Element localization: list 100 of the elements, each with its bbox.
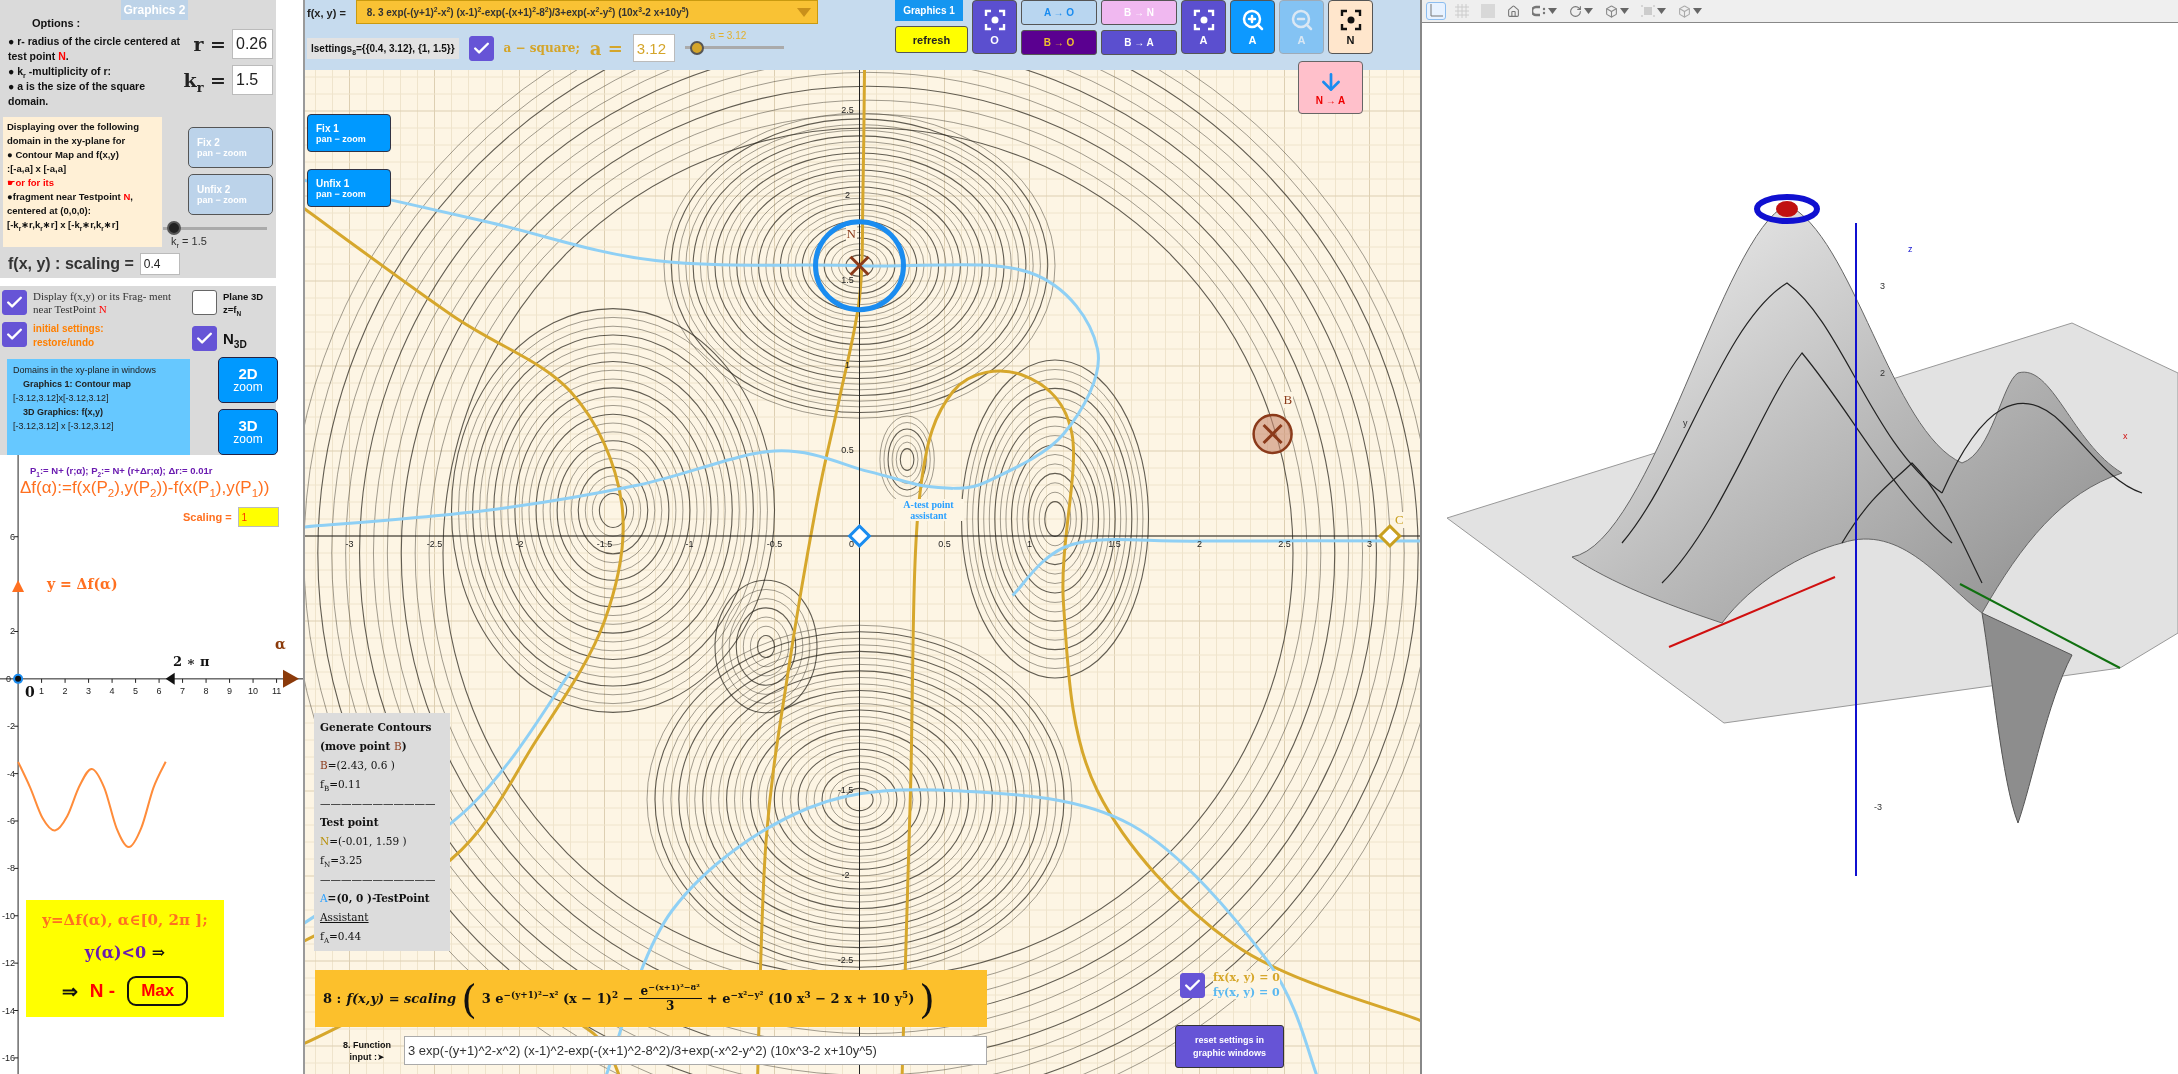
- slider-value: k$_{r}$ = 1.5: [171, 235, 207, 247]
- center-view-button[interactable]: A: [1181, 0, 1226, 54]
- checkbox[interactable]: [192, 290, 217, 315]
- slider-thumb[interactable]: [167, 221, 182, 235]
- note-text: [-k$_{r}$∗r,k$_{r}$∗r] x [-k$_{r}$∗r,k$_{r}$∗r]: [7, 218, 120, 232]
- slider-value: a = 3.12: [709, 29, 747, 41]
- slider-thumb[interactable]: [689, 40, 704, 55]
- settings-text: lsettings$_{8}$={{0.4, 3.12}, {1, 1.5}}: [307, 37, 459, 59]
- checkbox[interactable]: [468, 35, 494, 61]
- info-text: B=(2.43, 0.6 ): [320, 758, 396, 773]
- frame-icon: [1641, 4, 1655, 18]
- tick-label: -4: [7, 768, 16, 779]
- pan-zoom-button[interactable]: Fix 1 pan − zoom: [307, 114, 391, 152]
- frame-icon: [1191, 8, 1216, 32]
- checkbox-label: initial settings: restore/undo: [33, 322, 105, 350]
- axis-label: 2 ∗ π: [173, 654, 210, 669]
- tick-label: -8: [7, 863, 16, 874]
- pan-zoom-button[interactable]: Unfix 1 pan − zoom: [307, 169, 391, 207]
- tick-label: -12: [2, 958, 16, 969]
- tick-label: 4: [109, 685, 115, 696]
- checkbox[interactable]: [2, 322, 27, 347]
- function-dropdown[interactable]: 8. 3 exp(-(y+1)$^{2}$-x$^{2}$) (x-1)$^{2}$-exp(-(x+1)$^{2}$-8$^{2}$)/3+exp(-x$^{2}$-y$^{2}$) (10x$^{3}$-2 x+10y$^{5}$): [355, 0, 818, 24]
- move-point-button[interactable]: B → A: [1101, 30, 1177, 55]
- tick-label: 2: [62, 685, 68, 696]
- input-field[interactable]: 3.12: [632, 34, 675, 62]
- origin-label: 0: [25, 684, 35, 700]
- arrow-head-icon: [283, 669, 299, 688]
- input-field[interactable]: 0.4: [139, 253, 180, 275]
- center-view-button[interactable]: N: [1328, 0, 1373, 54]
- checkbox[interactable]: [2, 290, 27, 315]
- tick-label: 9: [227, 685, 233, 696]
- tick-label: -2.5: [837, 955, 854, 965]
- tick-label: -1: [685, 539, 694, 549]
- note-text: :[-a,a] x [-a,a]: [7, 162, 68, 176]
- caret-icon: [1657, 8, 1666, 14]
- surface-plot-drawing[interactable]: [1446, 194, 2178, 877]
- move-point-button[interactable]: N → A: [1298, 61, 1363, 114]
- note-text: centered at (0,0,0):: [7, 204, 92, 218]
- axis-label: α: [275, 636, 286, 652]
- axes-icon: [1429, 4, 1443, 18]
- input-field[interactable]: 0.26: [232, 29, 273, 59]
- center-view-button[interactable]: O: [972, 0, 1017, 54]
- tick-label: -16: [2, 1052, 16, 1063]
- zoom-button[interactable]: 3D zoom: [218, 409, 278, 455]
- conclusion-text: y(α)<0 ⇒: [84, 943, 166, 962]
- point-label: C: [1393, 512, 1405, 528]
- info-text: ———————————: [320, 796, 437, 811]
- cross-marker-icon[interactable]: [849, 255, 870, 277]
- info-text: Assistant: [320, 910, 370, 925]
- info-text: f$_{N}$=3.25: [320, 853, 364, 870]
- reset-button[interactable]: reset settings in graphic windows: [1175, 1025, 1284, 1068]
- legend-text: fx(x, y) = 0: [1213, 971, 1280, 984]
- info-text: (move point B): [320, 739, 408, 754]
- tick-label: 7: [180, 685, 186, 696]
- note-text: ☛or for its: [7, 176, 56, 190]
- input-field[interactable]: 1: [237, 507, 279, 527]
- tick-label: 3: [1367, 539, 1372, 549]
- domain-text: Domains in the xy-plane in windows: [13, 364, 158, 377]
- options-title: Options :: [31, 16, 82, 31]
- grid-icon: [1455, 4, 1469, 18]
- tick-label: -2: [841, 870, 850, 880]
- home-icon: [1507, 4, 1520, 18]
- option-text: ● r- radius of the circle centered at test point N.: [8, 34, 182, 64]
- scaling-label: Scaling =: [183, 511, 232, 523]
- zoom-in-button[interactable]: A: [1230, 0, 1275, 54]
- max-label: Max: [127, 976, 189, 1006]
- projection-button[interactable]: [1638, 2, 1669, 20]
- tick-label: -0.5: [766, 539, 783, 549]
- box-icon: [1605, 4, 1618, 18]
- frame-icon: [982, 8, 1007, 32]
- conclusion-text: y=Δf(α), α∈[0, 2π ];: [42, 911, 208, 929]
- input-field[interactable]: 1.5: [232, 65, 273, 95]
- tick-label: -2: [515, 539, 524, 549]
- caret-icon: [796, 7, 811, 17]
- move-point-button[interactable]: B → O: [1021, 30, 1097, 55]
- domain-text: [-3.12,3.12] x [-3.12,3.12]: [13, 420, 115, 433]
- field-label: a =: [589, 37, 623, 59]
- point-label: N: [845, 225, 857, 242]
- move-point-button[interactable]: A → O: [1021, 0, 1097, 25]
- zoom-button[interactable]: 2D zoom: [218, 357, 278, 403]
- info-text: Test point: [320, 815, 380, 830]
- checkbox[interactable]: [1180, 972, 1205, 998]
- rotate-icon: [1569, 4, 1582, 18]
- scaling-label: f(x, y) : scaling =: [8, 255, 134, 273]
- origin-point-icon[interactable]: [13, 673, 24, 684]
- clip-icon: [1532, 5, 1546, 17]
- point-label: N -: [89, 980, 116, 1002]
- tick-label: -1.5: [596, 539, 613, 549]
- axis-label: z: [1908, 244, 1913, 254]
- function-input[interactable]: 3 exp(-(y+1)^2-x^2) (x-1)^2-exp(-(x+1)^2-8^2)/3+exp(-x^2-y^2) (10x^3-2 x+10y^5): [404, 1036, 987, 1065]
- field-label: k$_{r}$ =: [183, 69, 226, 91]
- note-text: ● Contour Map and f(x,y): [7, 148, 120, 162]
- input-label: 8. Function input :➤: [342, 1038, 392, 1063]
- triangle-icon: [165, 672, 175, 685]
- refresh-button[interactable]: refresh: [895, 26, 968, 53]
- zoom-out-icon: [1289, 8, 1314, 32]
- point-marker-icon[interactable]: [1252, 413, 1293, 455]
- checkbox[interactable]: [192, 326, 217, 351]
- test-point-circle[interactable]: [813, 219, 906, 313]
- point-label: A-test point assistant: [893, 498, 964, 521]
